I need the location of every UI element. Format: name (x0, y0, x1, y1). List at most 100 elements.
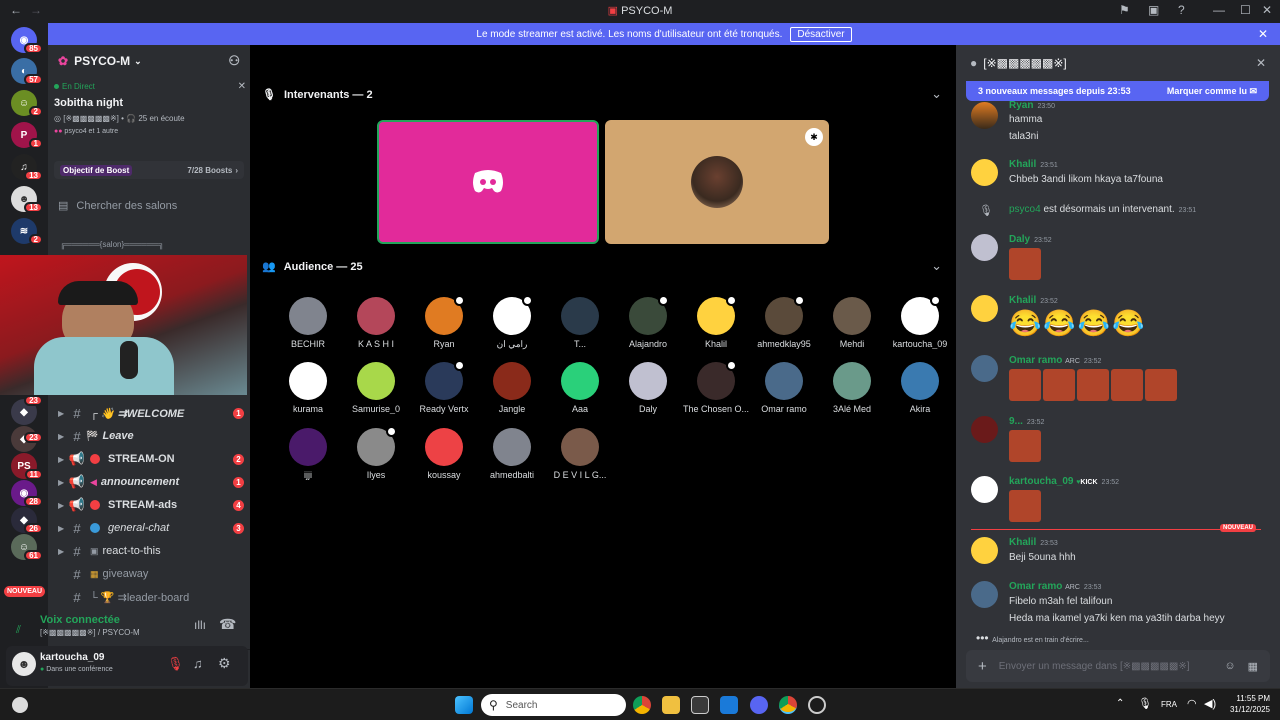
avatar[interactable] (971, 159, 998, 186)
chrome-icon[interactable] (633, 696, 651, 714)
audience-member[interactable]: ijji (274, 428, 342, 480)
chrome-icon[interactable] (779, 696, 797, 714)
avatar[interactable] (289, 362, 327, 400)
server-icon[interactable]: ☺ 61 (11, 534, 43, 561)
avatar[interactable] (971, 295, 998, 322)
server-icon[interactable]: ≋ 2 (11, 218, 43, 245)
avatar[interactable] (425, 295, 465, 335)
server-icon[interactable]: P1 (11, 122, 43, 149)
audience-member[interactable]: Daly (614, 362, 682, 414)
screen-icon[interactable]: ▣ (1148, 3, 1159, 17)
wifi-icon[interactable]: ◠ (1187, 697, 1197, 710)
disconnect-icon[interactable]: ☎ (219, 616, 236, 633)
avatar[interactable] (697, 360, 737, 400)
message-input-box[interactable]: + Envoyer un message dans [※▩▩▩▩▩※] ☺ ▦ (966, 650, 1270, 682)
avatar[interactable] (971, 355, 998, 382)
clock[interactable]: 11:55 PM 31/12/2025 (1224, 693, 1270, 715)
audience-member[interactable]: Ryan (410, 295, 478, 349)
avatar[interactable] (425, 428, 463, 466)
discord-icon[interactable] (750, 696, 768, 714)
mic-muted-icon[interactable]: 🎙 (167, 656, 184, 672)
message-author[interactable]: Ryan (1009, 100, 1033, 111)
avatar[interactable] (493, 362, 531, 400)
audience-member[interactable]: K A S H I (342, 297, 410, 349)
audience-member[interactable]: D E V I L G... (546, 428, 614, 480)
file-explorer-icon[interactable] (662, 696, 680, 714)
live-event-card[interactable]: En Direct ✕ 3obitha night ◎ [※▩▩▩▩▩※] • 🎧… (54, 81, 246, 151)
close-window-icon[interactable]: ✕ (1262, 3, 1272, 17)
avatar[interactable] (833, 297, 871, 335)
audience-member[interactable]: Akira (886, 362, 954, 414)
close-banner-icon[interactable]: ✕ (1258, 27, 1268, 41)
audience-member[interactable]: 3Alé Med (818, 362, 886, 414)
audience-member[interactable]: T... (546, 297, 614, 349)
avatar[interactable] (901, 295, 941, 335)
minimize-icon[interactable]: — (1213, 3, 1225, 17)
apps-icon[interactable]: ▦ (1248, 660, 1258, 673)
search-channels[interactable]: ▤ Chercher des salons (58, 199, 177, 213)
close-chat-icon[interactable]: ✕ (1256, 56, 1266, 70)
channel-stream-ads[interactable]: ▶ 📢 STREAM-ads 4 (58, 495, 244, 515)
taskbar-search[interactable]: ⚲ Search (481, 694, 626, 716)
audience-member[interactable]: koussay (410, 428, 478, 480)
server-header[interactable]: ✿ PSYCO-M ⌄ ⚇ (48, 45, 250, 77)
audience-member[interactable]: Mehdi (818, 297, 886, 349)
close-event-icon[interactable]: ✕ (238, 81, 246, 92)
avatar[interactable]: ☻ (12, 652, 36, 676)
audience-member[interactable]: رامي ان (478, 295, 546, 350)
audience-member[interactable]: kurama (274, 362, 342, 414)
avatar[interactable] (971, 416, 998, 443)
avatar[interactable] (425, 360, 465, 400)
server-icon[interactable]: ◆23 (11, 395, 43, 425)
help-icon[interactable]: ? (1178, 3, 1185, 17)
server-icon[interactable]: ◆ 26 (11, 507, 43, 534)
new-messages-bar[interactable]: 3 nouveaux messages depuis 23:53 Marquer… (966, 81, 1269, 101)
message-author[interactable]: kartoucha_09 (1009, 476, 1073, 487)
server-icon[interactable]: ☻ 13 (11, 186, 43, 213)
audience-member[interactable]: BECHIR (274, 297, 342, 349)
add-attachment-icon[interactable]: + (978, 658, 987, 675)
avatar[interactable] (561, 362, 599, 400)
audience-member[interactable]: Omar ramo (750, 362, 818, 414)
audience-member[interactable]: Samurise_0 (342, 362, 410, 414)
speaker-tile[interactable] (377, 120, 599, 244)
avatar[interactable] (561, 428, 599, 466)
noise-suppression-icon[interactable]: ıllı (194, 618, 206, 632)
channel-giveaway[interactable]: # ▦ giveaway (58, 564, 244, 584)
audience-member[interactable]: Alajandro (614, 295, 682, 349)
audience-member[interactable]: kartoucha_09 (886, 295, 954, 349)
server-icon[interactable]: ☺ 2 (11, 90, 43, 117)
avatar[interactable] (561, 297, 599, 335)
audience-member[interactable]: ahmedbalti (478, 428, 546, 480)
audience-member[interactable]: Ilyes (342, 426, 410, 480)
channel-leave[interactable]: ▶ # 🏁 Leave (58, 426, 244, 446)
audience-member[interactable]: ahmedklay95 (750, 295, 818, 349)
username[interactable]: kartoucha_09 (40, 652, 104, 663)
avatar[interactable] (357, 426, 397, 466)
audience-member[interactable]: Khalil (682, 295, 750, 349)
server-icon[interactable]: ◆23 (11, 426, 43, 452)
avatar[interactable] (289, 297, 327, 335)
avatar[interactable] (971, 234, 998, 261)
category-separator[interactable]: ╔══════{salon}══════╗ (60, 240, 164, 249)
inbox-flag-icon[interactable]: ⚑ (1119, 3, 1130, 17)
channel-general-chat[interactable]: ▶ # general-chat 3 (58, 518, 244, 538)
disable-streamer-button[interactable]: Désactiver (790, 26, 852, 42)
avatar[interactable] (833, 362, 871, 400)
headphones-icon[interactable]: ♫ (193, 656, 203, 671)
audience-member[interactable]: Aaa (546, 362, 614, 414)
avatar[interactable] (971, 581, 998, 608)
avatar[interactable] (357, 362, 395, 400)
windows-start-icon[interactable] (455, 696, 473, 714)
message-author[interactable]: Omar ramo (1009, 355, 1062, 366)
message-author[interactable]: Omar ramo (1009, 581, 1062, 592)
emoji-picker-icon[interactable]: ☺ (1224, 660, 1235, 672)
voice-connected-label[interactable]: Voix connectée (40, 614, 120, 626)
message-author[interactable]: 9... (1009, 416, 1023, 427)
avatar[interactable] (357, 297, 395, 335)
audience-member[interactable]: Ready Vertx (410, 360, 478, 414)
audience-member[interactable]: Jangle (478, 362, 546, 414)
message-input[interactable]: Envoyer un message dans [※▩▩▩▩▩※] (999, 661, 1213, 672)
speaker-tile[interactable]: ✱ (605, 120, 829, 244)
app-icon[interactable] (808, 696, 826, 714)
